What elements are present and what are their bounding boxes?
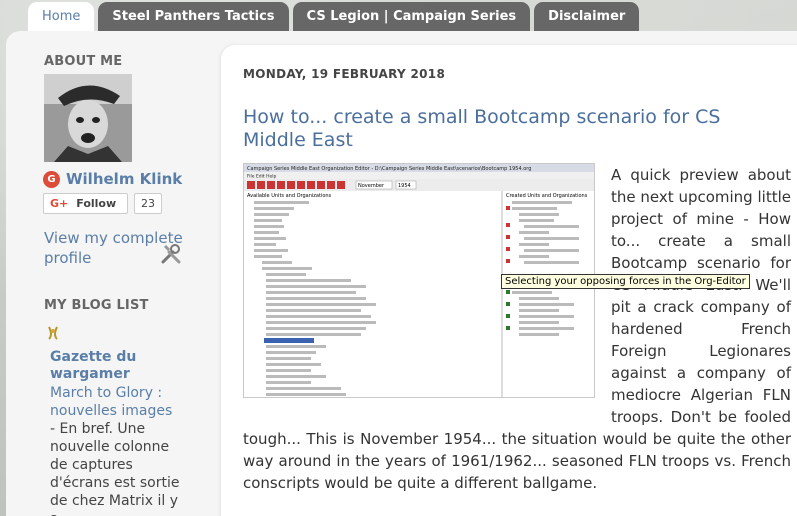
screenshot-window-title: Campaign Series Middle East Organization…	[247, 166, 531, 172]
screenshot-month: November	[358, 183, 385, 189]
main-content: MONDAY, 19 FEBRUARY 2018 How to... creat…	[221, 45, 797, 516]
tab-home[interactable]: Home	[28, 2, 95, 32]
author-row: G Wilhelm Klink	[43, 170, 182, 188]
blog-title-link[interactable]: Gazette du wargamer	[50, 349, 200, 383]
tab-cs-legion[interactable]: CS Legion | Campaign Series	[292, 2, 531, 32]
screenshot-left-panel-title: Available Units and Organizations	[247, 193, 332, 199]
screenshot-menu: File Edit Help	[247, 174, 277, 180]
page-container: ABOUT ME G Wilhelm Klink G+ Follow 23 Vi…	[6, 31, 797, 516]
post-date: MONDAY, 19 FEBRUARY 2018	[243, 67, 446, 81]
blog-favicon-icon	[48, 326, 58, 340]
google-plus-icon[interactable]: G	[43, 170, 60, 188]
tab-steel-panthers-tactics[interactable]: Steel Panthers Tactics	[98, 2, 289, 32]
about-me-heading: ABOUT ME	[44, 54, 123, 69]
author-name-link[interactable]: Wilhelm Klink	[66, 170, 182, 188]
google-plus-follow-icon: G+	[50, 197, 69, 210]
follow-label: Follow	[76, 197, 117, 210]
screenshot-right-panel-title: Created Units and Organizations	[506, 193, 588, 199]
blog-list-heading: MY BLOG LIST	[44, 298, 149, 313]
blog-post-link[interactable]: March to Glory : nouvelles images	[50, 384, 200, 420]
tab-disclaimer[interactable]: Disclaimer	[534, 2, 640, 32]
nav-tabs: Home Steel Panthers Tactics CS Legion | …	[28, 2, 640, 32]
follower-count: 23	[134, 193, 162, 214]
tools-icon[interactable]	[160, 243, 182, 265]
follow-button[interactable]: G+ Follow	[43, 193, 128, 214]
sidebar: ABOUT ME G Wilhelm Klink G+ Follow 23 Vi…	[6, 31, 216, 516]
post-title-link[interactable]: How to... create a small Bootcamp scenar…	[243, 106, 783, 152]
screenshot-year: 1954	[398, 183, 411, 189]
avatar[interactable]	[44, 74, 132, 162]
image-tooltip: Selecting your opposing forces in the Or…	[501, 274, 750, 289]
blog-excerpt: - En bref. Une nouvelle colonne de captu…	[50, 421, 180, 516]
follow-row: G+ Follow 23	[43, 193, 162, 214]
